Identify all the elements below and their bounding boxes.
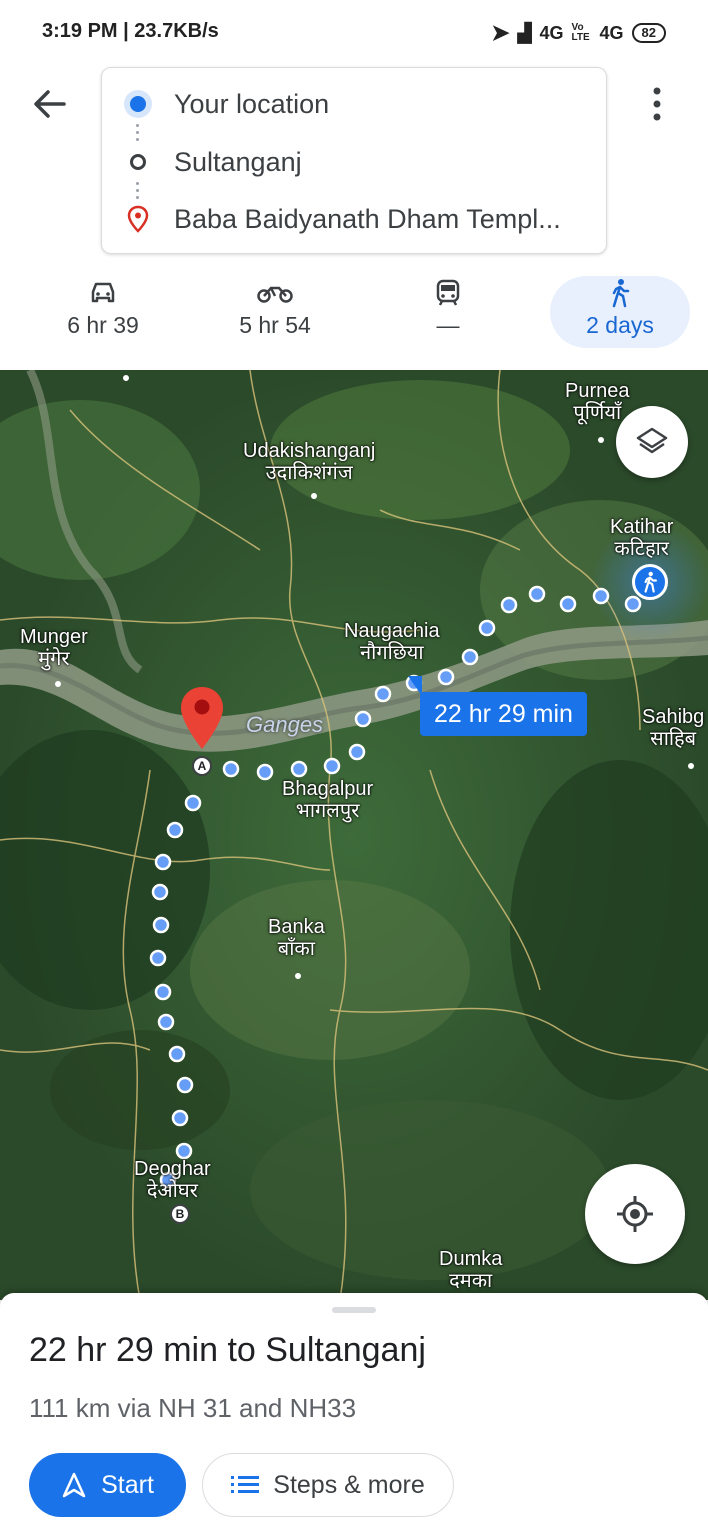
steps-and-more-button[interactable]: Steps & more [202, 1453, 454, 1517]
place-label-deoghar: Deoghar देओघर [134, 1158, 211, 1202]
signal-icon: ▟ [517, 22, 532, 43]
mode-drive-label: 6 hr 39 [67, 312, 139, 338]
status-bar: 3:19 PM | 23.7KB/s ➤ ▟ 4G Vo LTE 4G 82 [0, 0, 708, 64]
mode-walk-label: 2 days [586, 312, 654, 338]
list-icon [231, 1476, 260, 1493]
more-options-button[interactable] [640, 84, 674, 124]
start-button[interactable]: Start [29, 1453, 186, 1517]
route-duration-callout[interactable]: 22 hr 29 min [420, 692, 587, 736]
my-location-button[interactable] [585, 1164, 685, 1264]
place-label-bhagalpur: Bhagalpur भागलपुर [282, 778, 374, 822]
river-label-ganges: Ganges [246, 712, 324, 737]
drag-handle[interactable] [332, 1307, 376, 1313]
callout-pointer [408, 676, 422, 696]
mode-transit-label: — [436, 312, 460, 338]
place-label-dumka: Dumka दमका [439, 1248, 503, 1292]
place-label-purnea: Purnea पूर्णियाँ [565, 380, 630, 424]
car-icon [33, 276, 173, 310]
waypoint-icon [130, 154, 146, 170]
mode-walk[interactable]: 2 days [550, 276, 690, 348]
volte-label: Vo LTE [571, 22, 590, 43]
battery-icon: 82 [631, 23, 666, 43]
navigation-arrow-icon [62, 1472, 86, 1498]
network-type: 4G [539, 22, 564, 43]
map-canvas [0, 370, 708, 1300]
walk-icon [550, 276, 690, 310]
my-location-icon [617, 1196, 653, 1232]
steps-label: Steps & more [273, 1470, 425, 1499]
stop-label: Baba Baidyanath Dham Templ... [174, 203, 561, 234]
location-arrow-icon: ➤ [491, 20, 510, 45]
route-summary-sheet[interactable]: 22 hr 29 min to Sultanganj 111 km via NH… [0, 1293, 708, 1536]
marker-b[interactable]: B [170, 1204, 190, 1224]
layers-icon [636, 427, 668, 454]
arrow-back-icon [34, 90, 66, 118]
place-label-udakishanganj: Udakishanganj उदाकिशंगंज [243, 440, 376, 484]
motorbike-icon [205, 276, 345, 310]
mode-transit[interactable]: — [378, 276, 518, 348]
marker-a[interactable]: A [192, 756, 212, 776]
mode-motorbike[interactable]: 5 hr 54 [205, 276, 345, 348]
mode-motorbike-label: 5 hr 54 [239, 312, 311, 338]
layers-button[interactable] [616, 406, 688, 478]
place-label-katihar: Katihar कटिहार [610, 516, 674, 560]
more-vert-icon [653, 87, 661, 121]
route-summary-detail: 111 km via NH 31 and NH33 [29, 1393, 357, 1423]
stop-waypoint[interactable]: Sultanganj [102, 134, 606, 190]
route-card: Your location Sultanganj Baba Baidyanath… [101, 67, 607, 254]
map-view[interactable]: Purnea पूर्णियाँ Udakishanganj उदाकिशंगंज … [0, 370, 708, 1300]
place-label-banka: Banka बाँका [268, 916, 325, 960]
place-label-sahibganj: Sahibg साहिब [642, 706, 705, 750]
status-icons: ➤ ▟ 4G Vo LTE 4G 82 [491, 20, 666, 46]
current-location-walk-icon[interactable] [632, 564, 668, 600]
route-summary-title: 22 hr 29 min to Sultanganj [29, 1331, 426, 1369]
network-type-2: 4G [599, 22, 624, 43]
stop-label: Your location [174, 88, 330, 119]
transit-icon [378, 276, 518, 310]
start-label: Start [101, 1470, 154, 1499]
back-button[interactable] [30, 84, 70, 124]
travel-mode-bar: 6 hr 39 5 hr 54 — 2 days [0, 270, 708, 360]
destination-pin-icon [127, 205, 149, 233]
stop-origin[interactable]: Your location [102, 76, 606, 132]
status-time: 3:19 PM | 23.7KB/s [42, 20, 219, 42]
your-location-icon [130, 96, 146, 112]
map-pin-icon[interactable] [179, 685, 225, 751]
stop-destination[interactable]: Baba Baidyanath Dham Templ... [102, 191, 606, 247]
stop-label: Sultanganj [174, 146, 302, 177]
place-label-naugachia: Naugachia नौगछिया [344, 620, 440, 664]
mode-drive[interactable]: 6 hr 39 [33, 276, 173, 348]
place-label-munger: Munger मुंगेर [20, 626, 88, 670]
